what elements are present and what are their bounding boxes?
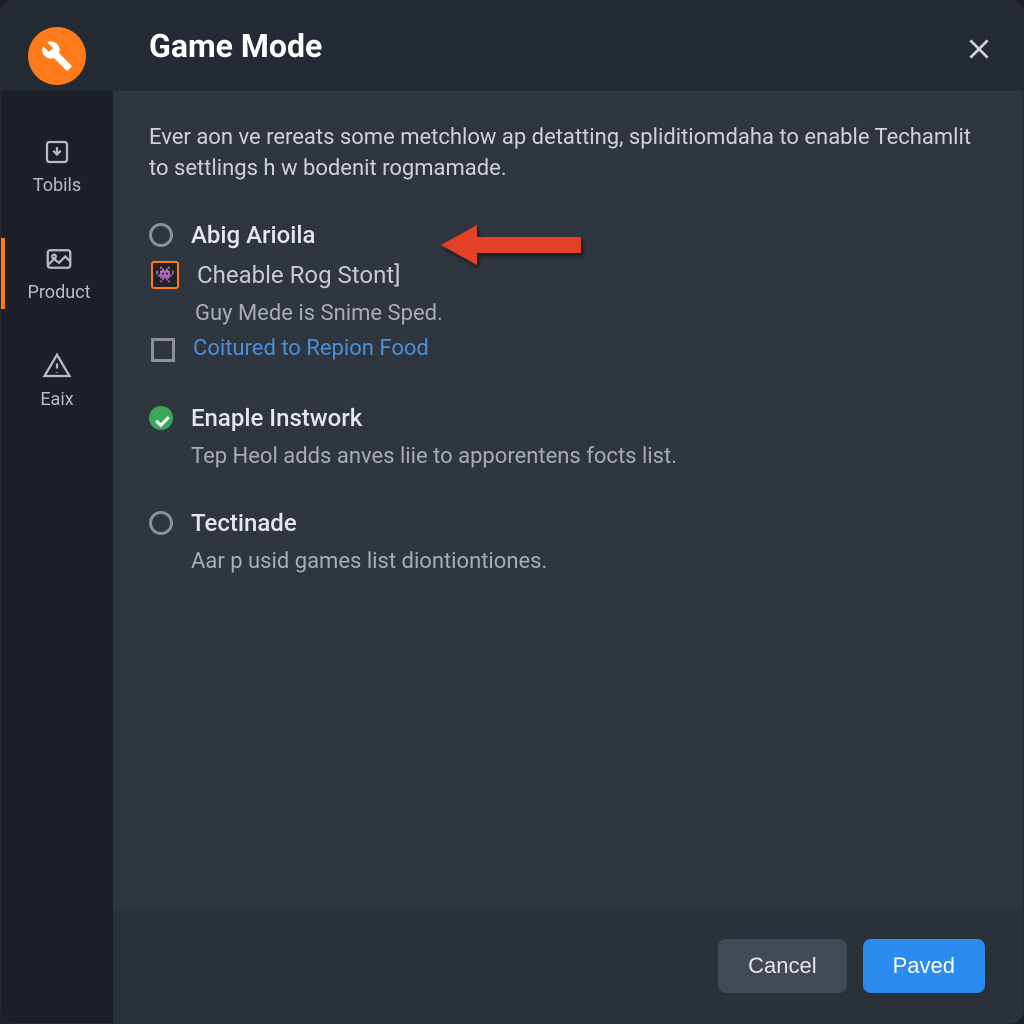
sidebar: Tobils Product Eaix [1, 91, 113, 1023]
description-text: Ever aon ve rereats some metchlow ap det… [149, 123, 987, 185]
sidebar-item-label: Tobils [33, 175, 81, 196]
download-icon [42, 137, 72, 167]
dialog-title: Game Mode [149, 27, 322, 65]
option-label: Tectinade [191, 509, 297, 537]
app-logo-icon [28, 27, 86, 85]
option-group-1: Abig Arioila 👾 Cheable Rog Stont] Guy Me… [149, 221, 987, 374]
image-icon [44, 244, 74, 274]
radio-enaple-instwork[interactable] [149, 406, 173, 430]
sidebar-item-label: Product [28, 282, 91, 303]
sub-option-label: Cheable Rog Stont] [197, 261, 401, 289]
emoji-badge-icon: 👾 [151, 261, 179, 289]
dialog-footer: Cancel Paved [113, 909, 1023, 1023]
dialog-header: Game Mode [1, 1, 1023, 91]
close-icon[interactable] [963, 33, 995, 65]
option-group-3: Tectinade Aar p usid games list diontion… [149, 509, 987, 584]
save-button[interactable]: Paved [863, 939, 985, 993]
sidebar-item-product[interactable]: Product [1, 238, 113, 309]
option-desc: Tep Heol adds anves liie to apporentens … [191, 444, 987, 469]
option-label: Abig Arioila [191, 221, 315, 249]
main-content: Ever aon ve rereats some metchlow ap det… [113, 91, 1023, 1023]
radio-abig-arioila[interactable] [149, 223, 173, 247]
checkbox-coitrued[interactable] [151, 338, 175, 362]
link-coitrued[interactable]: Coitured to Repion Food [193, 336, 429, 361]
sub-option-desc: Guy Mede is Snime Sped. [195, 301, 987, 326]
sidebar-item-label: Eaix [40, 389, 73, 410]
option-desc: Aar p usid games list diontiontiones. [191, 549, 987, 574]
radio-tectinade[interactable] [149, 511, 173, 535]
warning-icon [42, 351, 72, 381]
sidebar-item-eaix[interactable]: Eaix [1, 345, 113, 416]
cancel-button[interactable]: Cancel [718, 939, 846, 993]
option-group-2: Enaple Instwork Tep Heol adds anves liie… [149, 404, 987, 479]
option-label: Enaple Instwork [191, 404, 362, 432]
sidebar-item-tobils[interactable]: Tobils [1, 131, 113, 202]
